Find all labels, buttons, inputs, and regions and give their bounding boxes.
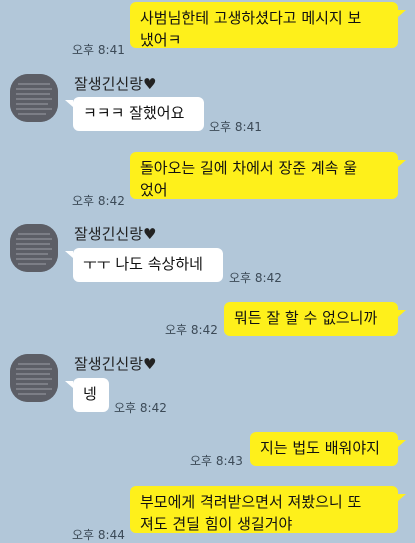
bubble-tail [65,251,73,258]
message-time: 오후 8:42 [72,194,125,208]
contact-name: 잘생긴신랑♥ [74,355,157,373]
bubble-tail [398,494,406,501]
avatar-image-icon [10,224,58,272]
contact-name: 잘생긴신랑♥ [74,75,157,93]
message-time: 오후 8:42 [114,401,167,415]
contact-avatar[interactable] [10,354,58,402]
message-time: 오후 8:41 [209,120,262,134]
avatar-image-icon [10,354,58,402]
message-time: 오후 8:42 [229,271,282,285]
bubble-tail [65,381,73,388]
outgoing-message-bubble[interactable]: 돌아오는 길에 차에서 장준 계속 울 었어 [130,152,398,199]
outgoing-message-bubble[interactable]: 사범님한테 고생하셨다고 메시지 보 냈어ㅋ [130,2,398,49]
contact-avatar[interactable] [10,224,58,272]
avatar-image-icon [10,74,58,122]
message-time: 오후 8:42 [165,323,218,337]
bubble-tail [65,100,73,107]
chat-message-list[interactable]: 사범님한테 고생하셨다고 메시지 보 냈어ㅋ 오후 8:41 잘생긴신랑♥ ㅋㅋ… [0,0,415,542]
bubble-tail [398,160,406,167]
incoming-message-bubble[interactable]: 넹 [73,378,109,412]
contact-name: 잘생긴신랑♥ [74,225,157,243]
incoming-message-bubble[interactable]: ㅜㅜ 나도 속상하네 [73,248,223,282]
outgoing-message-bubble[interactable]: 뭐든 잘 할 수 없으니까 [224,302,398,336]
message-time: 오후 8:43 [190,454,243,468]
outgoing-message-bubble[interactable]: 지는 법도 배워야지 [250,432,398,466]
contact-avatar[interactable] [10,74,58,122]
message-time: 오후 8:41 [72,43,125,57]
bubble-tail [398,310,406,317]
bubble-tail [398,10,406,17]
bubble-tail [398,440,406,447]
outgoing-message-bubble[interactable]: 부모에게 격려받으면서 져봤으니 또 져도 견딜 힘이 생길거야 [130,486,398,533]
incoming-message-bubble[interactable]: ㅋㅋㅋ 잘했어요 [73,97,204,131]
